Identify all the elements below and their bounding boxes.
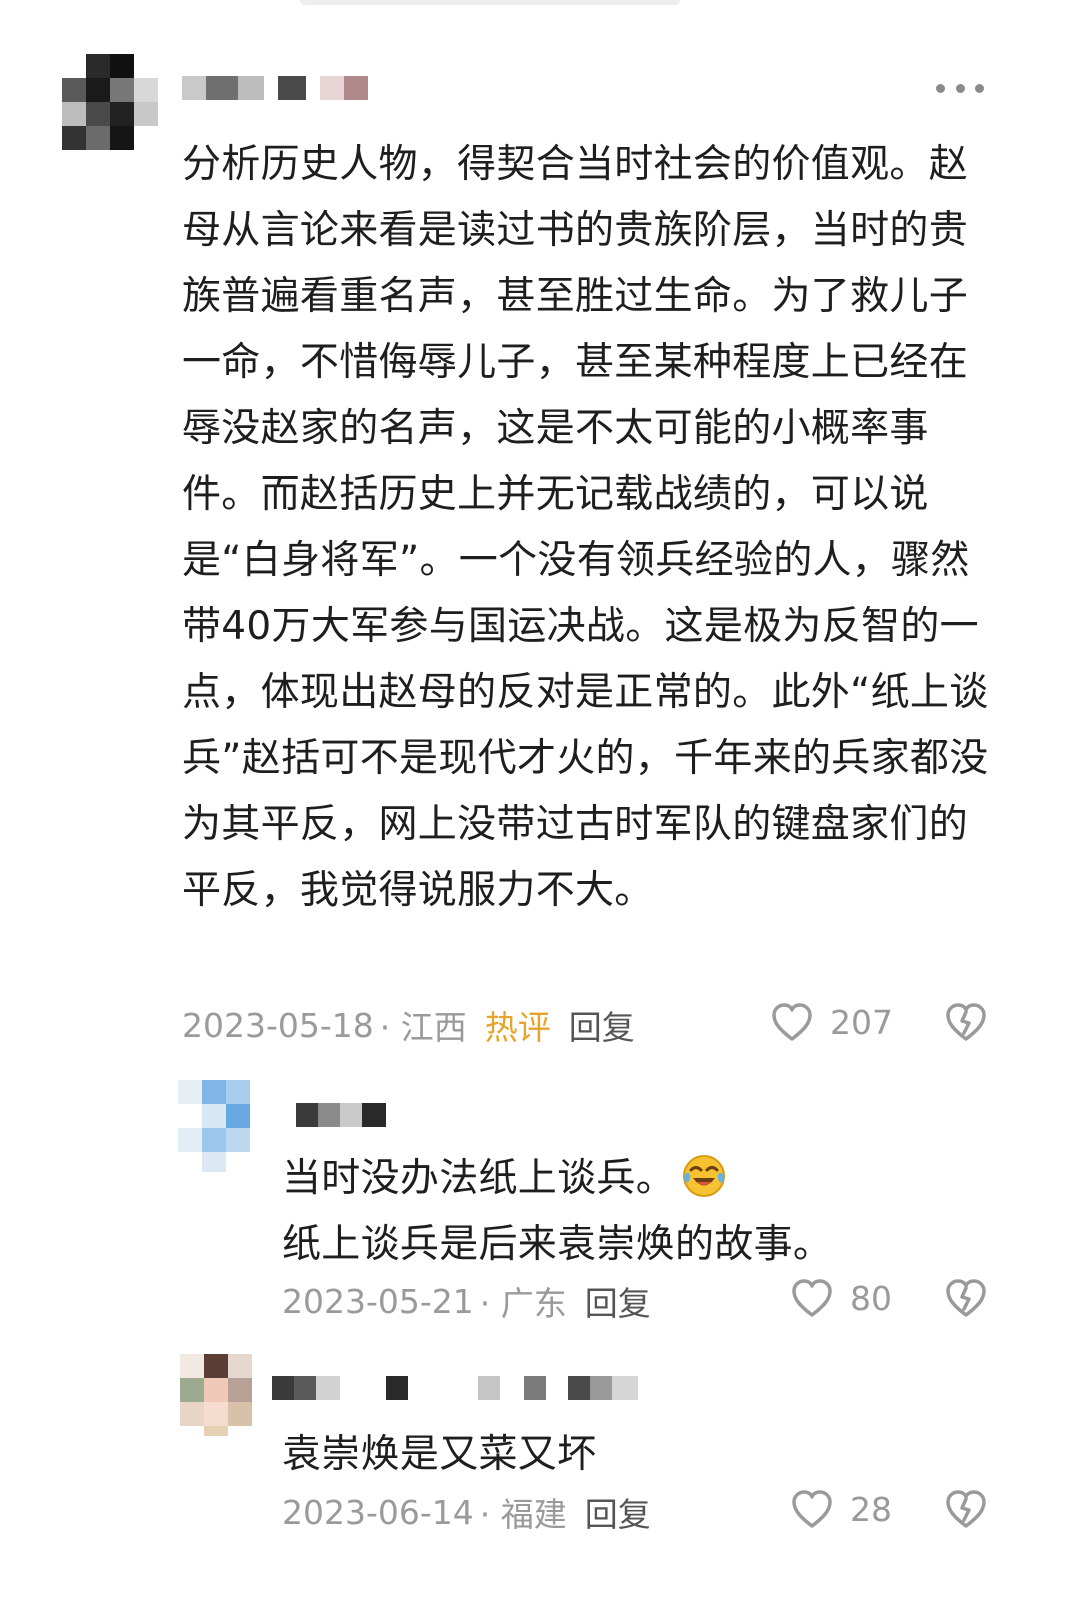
broken-heart-icon bbox=[946, 1279, 986, 1317]
comment-text-line: 当时没办法纸上谈兵。 bbox=[282, 1146, 1002, 1212]
like-count: 207 bbox=[830, 1002, 893, 1042]
comment-date: 2023-06-14 bbox=[282, 1492, 474, 1532]
broken-heart-icon bbox=[946, 1490, 986, 1528]
avatar[interactable] bbox=[62, 54, 158, 150]
avatar[interactable] bbox=[178, 1080, 250, 1172]
comment-date: 2023-05-18 bbox=[182, 1005, 374, 1045]
comment-meta: 2023-05-18 · 江西 热评 回复 bbox=[182, 1000, 635, 1050]
heart-icon bbox=[792, 1279, 832, 1317]
comment-location: · 福建 bbox=[479, 1495, 567, 1534]
reply-button[interactable]: 回复 bbox=[585, 1277, 651, 1325]
dislike-button[interactable] bbox=[945, 1278, 987, 1320]
comment-location: · 广东 bbox=[479, 1284, 567, 1323]
more-dots-icon[interactable] bbox=[936, 78, 984, 98]
comment-text: 分析历史人物，得契合当时社会的价值观。赵母从言论来看是读过书的贵族阶层，当时的贵… bbox=[182, 142, 989, 913]
comment-meta: 2023-05-21 · 广东 回复 bbox=[282, 1276, 651, 1326]
like-count: 80 bbox=[850, 1278, 892, 1318]
like-button[interactable]: 80 bbox=[790, 1277, 892, 1319]
broken-heart-icon bbox=[946, 1003, 986, 1041]
dislike-button[interactable] bbox=[945, 1002, 987, 1044]
dislike-button[interactable] bbox=[945, 1489, 987, 1531]
reply-button[interactable]: 回复 bbox=[585, 1488, 651, 1536]
comment-text: 纸上谈兵是后来袁崇焕的故事。 bbox=[282, 1222, 833, 1267]
laughing-crying-emoji bbox=[683, 1155, 726, 1197]
username[interactable] bbox=[296, 1103, 388, 1129]
avatar[interactable] bbox=[180, 1354, 252, 1436]
comment-meta: 2023-06-14 · 福建 回复 bbox=[282, 1487, 651, 1537]
reply-button[interactable]: 回复 bbox=[569, 1001, 635, 1049]
username[interactable] bbox=[182, 76, 372, 102]
comment-text: 袁崇焕是又菜又坏 bbox=[282, 1432, 597, 1477]
username[interactable] bbox=[272, 1376, 640, 1402]
comment-location: · 江西 bbox=[379, 1008, 467, 1047]
previous-item-edge bbox=[300, 0, 680, 5]
hot-comment-badge: 热评 bbox=[484, 1008, 551, 1047]
like-button[interactable]: 207 bbox=[770, 1001, 893, 1043]
heart-icon bbox=[772, 1003, 812, 1041]
comment-date: 2023-05-21 bbox=[282, 1281, 474, 1321]
like-button[interactable]: 28 bbox=[790, 1488, 892, 1530]
like-count: 28 bbox=[850, 1489, 892, 1529]
heart-icon bbox=[792, 1490, 832, 1528]
comment-text: 当时没办法纸上谈兵。 bbox=[282, 1156, 676, 1201]
